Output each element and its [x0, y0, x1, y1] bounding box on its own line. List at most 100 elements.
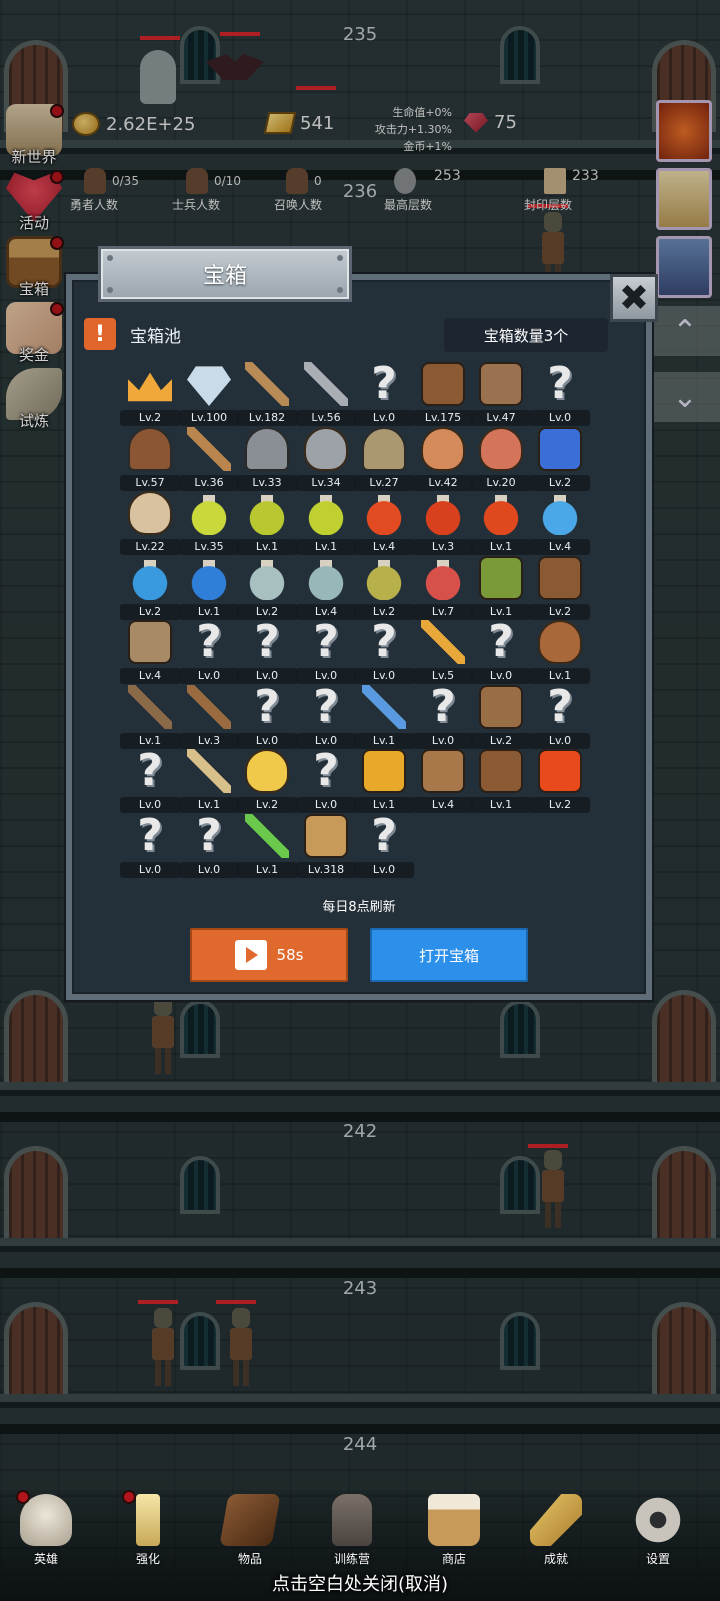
item-slot[interactable]: Lv.2 [530, 556, 590, 622]
item-level: Lv.0 [354, 862, 414, 878]
item-slot[interactable]: Lv.2 [120, 362, 180, 428]
item-slot[interactable]: Lv.7 [413, 556, 473, 622]
item-slot[interactable]: Lv.4 [413, 749, 473, 815]
nav-heroes[interactable]: 英雄 [6, 1490, 86, 1574]
winged-boot-icon [479, 556, 523, 600]
item-level: Lv.0 [296, 797, 356, 813]
item-slot[interactable]: ? Lv.0 [354, 814, 414, 880]
item-slot[interactable]: ? Lv.0 [296, 620, 356, 686]
item-slot[interactable]: Lv.2 [237, 556, 297, 622]
item-slot[interactable]: ? Lv.0 [296, 685, 356, 751]
unknown-icon: ? [313, 745, 339, 796]
item-level: Lv.0 [471, 668, 531, 684]
cheese-icon [245, 749, 289, 793]
item-level: Lv.0 [530, 410, 590, 426]
item-slot[interactable]: Lv.1 [296, 491, 356, 557]
watch-video-button[interactable]: 58s [190, 928, 348, 982]
item-slot[interactable]: Lv.20 [471, 427, 531, 493]
lantern-icon [332, 1494, 372, 1546]
item-slot[interactable]: ? Lv.0 [237, 620, 297, 686]
item-slot[interactable]: Lv.182 [237, 362, 297, 428]
unknown-icon: ? [254, 681, 280, 732]
item-slot[interactable]: Lv.1 [471, 491, 531, 557]
exclamation-icon[interactable]: ! [84, 318, 116, 350]
item-slot[interactable]: Lv.1 [471, 749, 531, 815]
item-slot[interactable]: Lv.2 [471, 685, 531, 751]
item-slot[interactable]: Lv.57 [120, 427, 180, 493]
nav-shop[interactable]: 商店 [414, 1494, 494, 1574]
nav-label: 商店 [441, 1552, 466, 1566]
item-slot[interactable]: ? Lv.0 [354, 362, 414, 428]
book-icon [219, 1494, 281, 1546]
item-slot[interactable]: Lv.1 [120, 685, 180, 751]
item-slot[interactable]: Lv.3 [179, 685, 239, 751]
item-slot[interactable]: Lv.3 [413, 491, 473, 557]
mushroom-icon [538, 620, 582, 664]
item-slot[interactable]: Lv.35 [179, 491, 239, 557]
item-slot[interactable]: ? Lv.0 [530, 685, 590, 751]
item-slot[interactable]: Lv.22 [120, 491, 180, 557]
honey-jar-icon [362, 749, 406, 793]
item-slot[interactable]: Lv.318 [296, 814, 356, 880]
item-slot[interactable]: Lv.1 [471, 556, 531, 622]
item-slot[interactable]: Lv.4 [120, 620, 180, 686]
item-slot[interactable]: Lv.1 [530, 620, 590, 686]
item-slot[interactable]: Lv.4 [354, 491, 414, 557]
item-slot[interactable]: ? Lv.0 [237, 685, 297, 751]
wooden-staff-icon [187, 685, 231, 729]
nav-settings[interactable]: 设置 [618, 1494, 698, 1574]
item-slot[interactable]: Lv.2 [530, 749, 590, 815]
blue-pouch-icon [538, 427, 582, 471]
item-slot[interactable]: ? Lv.0 [120, 749, 180, 815]
item-slot[interactable]: ? Lv.0 [296, 749, 356, 815]
close-button[interactable]: ✖ [610, 274, 658, 322]
item-slot[interactable]: Lv.34 [296, 427, 356, 493]
item-slot[interactable]: Lv.2 [120, 556, 180, 622]
item-slot[interactable]: ? Lv.0 [471, 620, 531, 686]
item-slot[interactable]: ? Lv.0 [413, 685, 473, 751]
item-slot[interactable]: ? Lv.0 [179, 620, 239, 686]
item-slot[interactable]: Lv.5 [413, 620, 473, 686]
item-level: Lv.3 [179, 733, 239, 749]
item-slot[interactable]: Lv.2 [237, 749, 297, 815]
item-slot[interactable]: Lv.175 [413, 362, 473, 428]
close-hint[interactable]: 点击空白处关闭(取消) [0, 1570, 720, 1596]
item-slot[interactable]: Lv.27 [354, 427, 414, 493]
modal-title: 宝箱 [202, 264, 247, 289]
item-slot[interactable]: Lv.2 [530, 427, 590, 493]
item-slot[interactable]: Lv.1 [237, 814, 297, 880]
item-slot[interactable]: ? Lv.0 [530, 362, 590, 428]
wine-bottle-icon [362, 556, 406, 600]
nav-training[interactable]: 训练营 [312, 1494, 392, 1574]
red-potion-icon [362, 491, 406, 535]
item-slot[interactable]: Lv.42 [413, 427, 473, 493]
nav-achievements[interactable]: 成就 [516, 1494, 596, 1574]
item-slot[interactable]: ? Lv.0 [354, 620, 414, 686]
item-slot[interactable]: Lv.100 [179, 362, 239, 428]
item-slot[interactable]: Lv.47 [471, 362, 531, 428]
blue-potion-icon [538, 491, 582, 535]
item-level: Lv.0 [413, 733, 473, 749]
item-slot[interactable]: ? Lv.0 [179, 814, 239, 880]
nav-upgrade[interactable]: 强化 [108, 1490, 188, 1574]
item-slot[interactable]: ? Lv.0 [120, 814, 180, 880]
item-slot[interactable]: Lv.1 [179, 749, 239, 815]
item-level: Lv.4 [530, 539, 590, 555]
item-slot[interactable]: Lv.1 [354, 685, 414, 751]
item-slot[interactable]: Lv.1 [237, 491, 297, 557]
item-level: Lv.100 [179, 410, 239, 426]
item-slot[interactable]: Lv.36 [179, 427, 239, 493]
open-chest-button[interactable]: 打开宝箱 [370, 928, 528, 982]
item-slot[interactable]: Lv.2 [354, 556, 414, 622]
leather-boot-icon [538, 556, 582, 600]
item-slot[interactable]: Lv.4 [296, 556, 356, 622]
item-slot[interactable]: Lv.56 [296, 362, 356, 428]
item-slot[interactable]: Lv.1 [179, 556, 239, 622]
item-slot[interactable]: Lv.4 [530, 491, 590, 557]
item-slot[interactable]: Lv.33 [237, 427, 297, 493]
travel-bag-icon [479, 685, 523, 729]
item-slot[interactable]: Lv.1 [354, 749, 414, 815]
blue-potion-icon [187, 556, 231, 600]
nav-items[interactable]: 物品 [210, 1494, 290, 1574]
red-potion-icon [421, 491, 465, 535]
